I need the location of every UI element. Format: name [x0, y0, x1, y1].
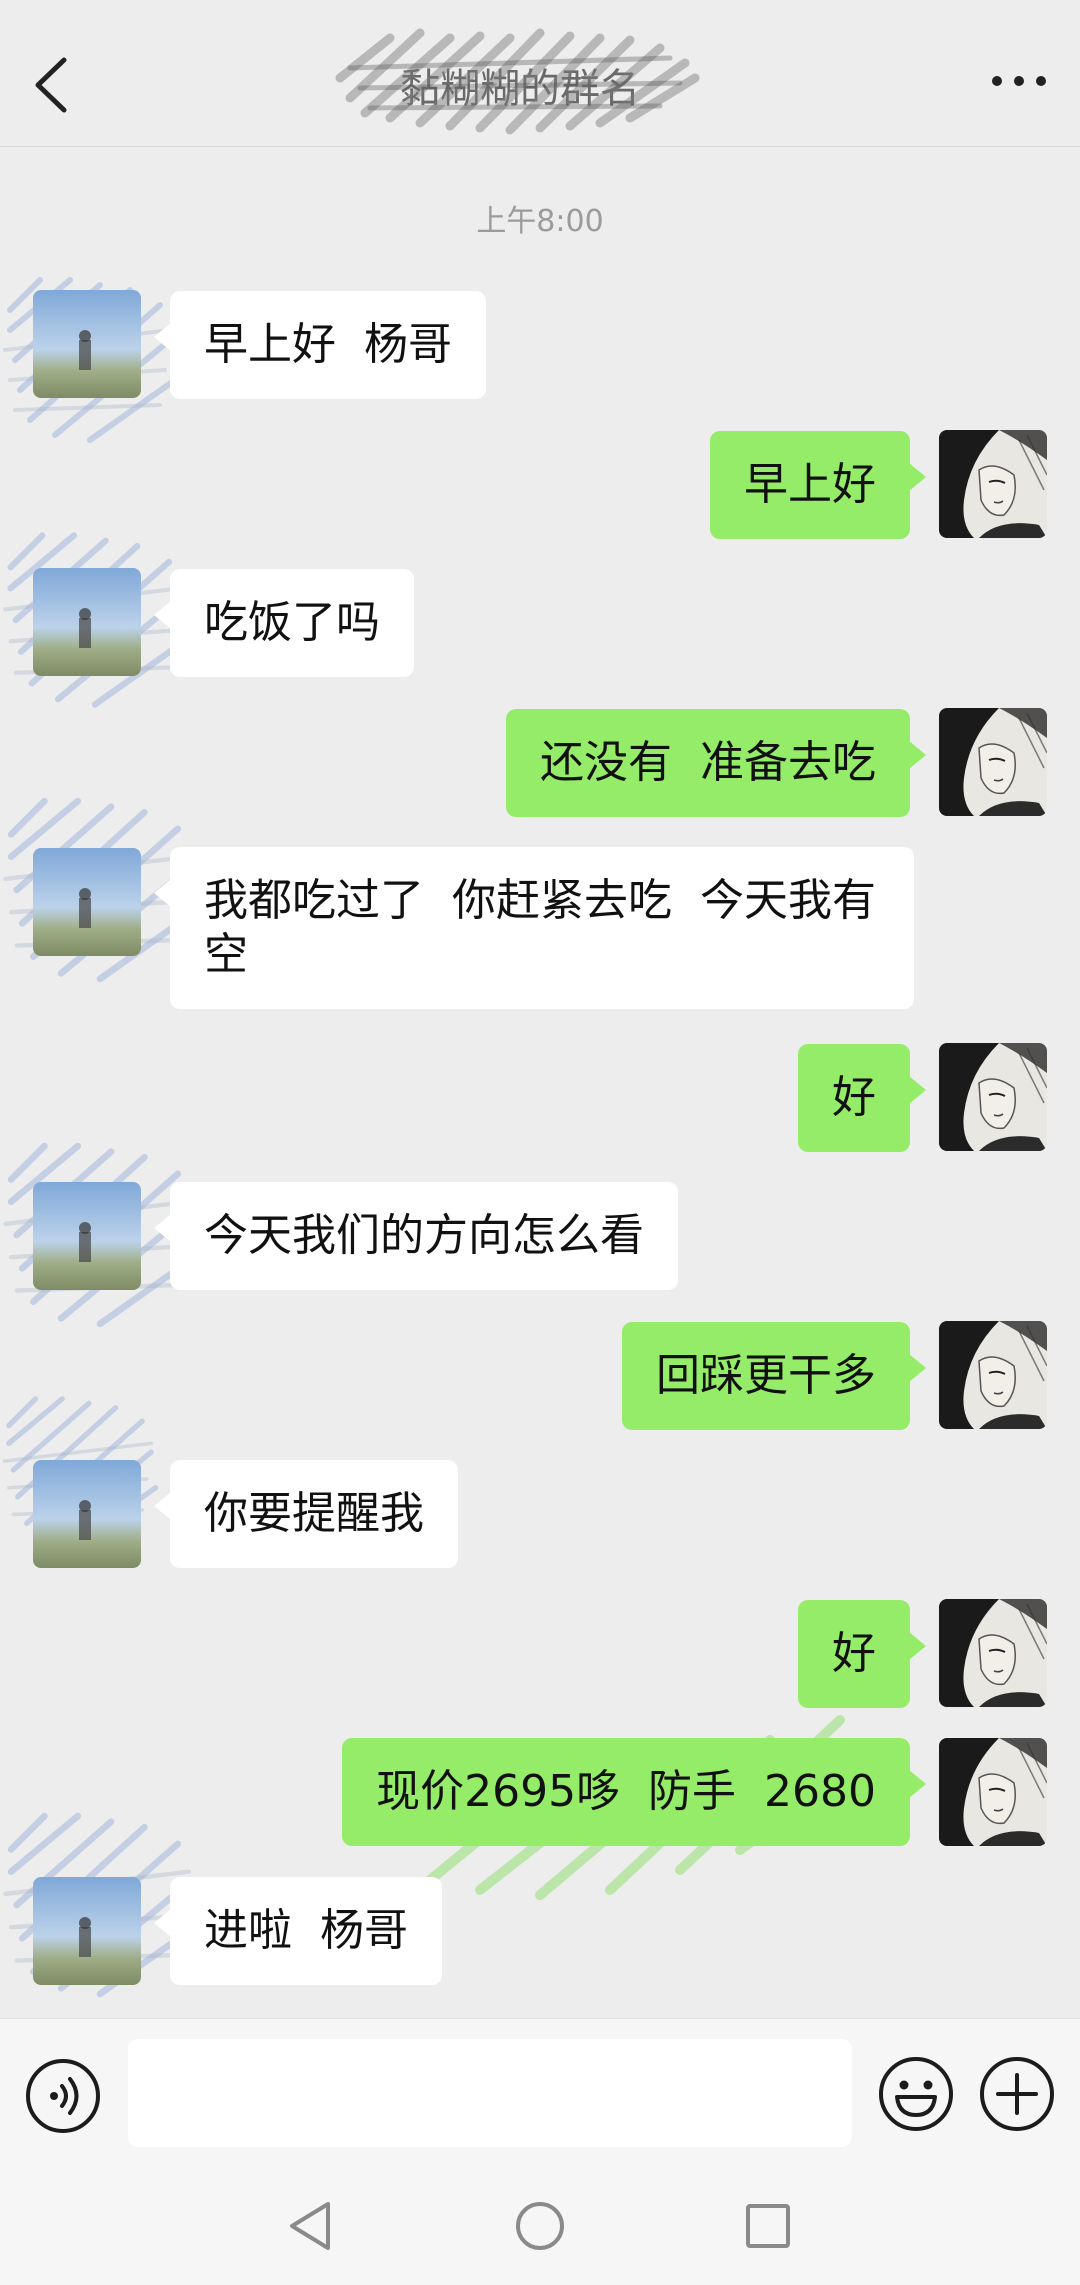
message-timestamp: 上午8:00: [476, 204, 604, 239]
emoji-icon[interactable]: [877, 2055, 955, 2133]
nav-recent-icon[interactable]: [738, 2196, 798, 2256]
avatar[interactable]: [939, 1599, 1047, 1707]
more-dots-icon[interactable]: [984, 56, 1054, 106]
nav-back-icon[interactable]: [280, 2196, 340, 2256]
message-bubble-sent[interactable]: 现价2695哆 防手 2680: [342, 1738, 926, 1846]
avatar[interactable]: [33, 568, 141, 676]
message-bubble-received[interactable]: 今天我们的方向怎么看: [154, 1182, 678, 1290]
message-input[interactable]: [128, 2039, 852, 2147]
redaction-scribble: [335, 28, 700, 135]
message-bubble-received[interactable]: 早上好 杨哥: [154, 291, 486, 399]
avatar[interactable]: [33, 290, 141, 398]
message-bubble-received[interactable]: 我都吃过了 你赶紧去吃 今天我有空: [154, 847, 914, 1009]
input-bar: [0, 2018, 1080, 2169]
message-bubble-sent[interactable]: 好: [798, 1044, 926, 1152]
message-bubble-received[interactable]: 进啦 杨哥: [154, 1877, 442, 1985]
message-bubble-sent[interactable]: 回踩更干多: [622, 1322, 926, 1430]
message-bubble-sent[interactable]: 好: [798, 1600, 926, 1708]
avatar[interactable]: [939, 430, 1047, 538]
plus-icon[interactable]: [978, 2055, 1056, 2133]
avatar[interactable]: [939, 708, 1047, 816]
voice-icon[interactable]: [24, 2057, 102, 2135]
avatar[interactable]: [939, 1321, 1047, 1429]
chat-header: 黏糊糊的群名: [0, 0, 1080, 147]
message-bubble-received[interactable]: 吃饭了吗: [154, 569, 414, 677]
avatar[interactable]: [33, 848, 141, 956]
message-bubble-sent[interactable]: 还没有 准备去吃: [506, 709, 926, 817]
avatar[interactable]: [939, 1738, 1047, 1846]
avatar[interactable]: [33, 1877, 141, 1985]
avatar[interactable]: [33, 1460, 141, 1568]
message-bubble-received[interactable]: 你要提醒我: [154, 1460, 458, 1568]
nav-home-icon[interactable]: [510, 2196, 570, 2256]
message-bubble-sent[interactable]: 早上好: [710, 431, 926, 539]
system-navbar: [0, 2168, 1080, 2285]
chevron-left-icon[interactable]: [26, 50, 76, 120]
avatar[interactable]: [33, 1182, 141, 1290]
avatar[interactable]: [939, 1043, 1047, 1151]
